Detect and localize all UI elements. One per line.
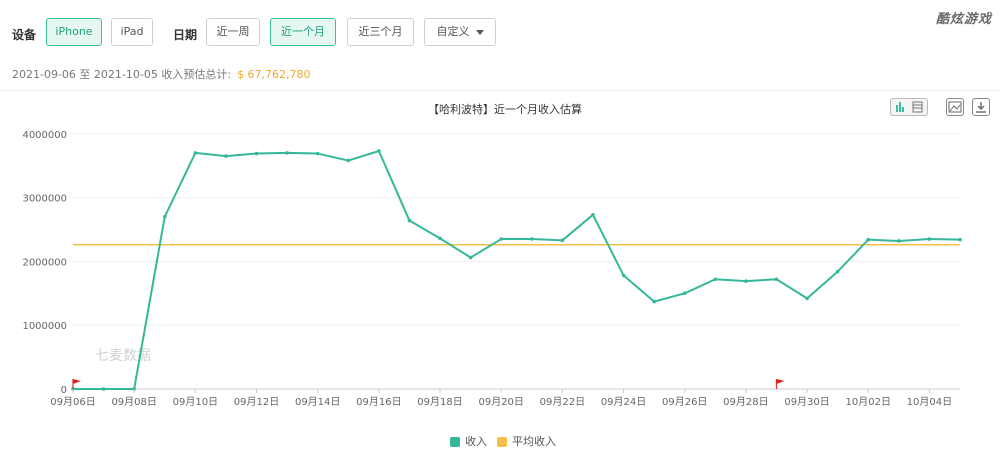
y-tick-label: 0 — [61, 385, 67, 396]
data-point-revenue[interactable] — [744, 279, 748, 283]
data-point-revenue[interactable] — [377, 149, 381, 153]
data-point-revenue[interactable] — [407, 218, 412, 223]
x-tick-label: 09月06日 — [50, 396, 95, 408]
x-tick-label: 09月12日 — [234, 396, 279, 408]
x-tick-label: 09月10日 — [173, 396, 218, 408]
x-tick-label: 10月02日 — [846, 396, 891, 408]
revenue-line-chart: 【哈利波特】近一个月收入估算 七麦数据 0 1000000 2000000 30000… — [22, 102, 962, 408]
data-point-revenue[interactable] — [224, 154, 228, 158]
data-point-revenue[interactable] — [315, 151, 320, 156]
flag-icon[interactable] — [72, 379, 81, 389]
data-point-revenue[interactable] — [101, 387, 106, 391]
legend-average-swatch — [497, 437, 507, 447]
data-point-revenue[interactable] — [193, 151, 198, 155]
data-point-revenue[interactable] — [529, 237, 534, 241]
y-tick-label: 3000000 — [22, 194, 67, 205]
data-point-revenue[interactable] — [346, 158, 351, 163]
legend-average[interactable]: 平均收入 — [497, 433, 556, 449]
x-tick-label: 09月22日 — [540, 396, 585, 408]
data-point-revenue[interactable] — [560, 238, 565, 243]
chart-title: 【哈利波特】近一个月收入估算 — [428, 102, 582, 116]
data-point-revenue[interactable] — [468, 255, 473, 260]
legend-revenue[interactable]: 收入 — [450, 433, 487, 449]
data-point-revenue[interactable] — [254, 151, 259, 156]
x-tick-label: 09月28日 — [723, 396, 768, 408]
y-tick-label: 1000000 — [22, 321, 67, 332]
data-point-revenue[interactable] — [621, 273, 626, 278]
data-point-revenue[interactable] — [652, 299, 656, 304]
x-tick-label: 10月04日 — [907, 396, 952, 408]
x-tick-label: 09月16日 — [356, 396, 401, 408]
y-tick-label: 4000000 — [22, 130, 67, 141]
data-point-revenue[interactable] — [499, 237, 504, 241]
data-point-revenue[interactable] — [682, 291, 687, 296]
data-point-revenue[interactable] — [438, 236, 442, 241]
series-line-revenue — [73, 149, 961, 390]
watermark: 七麦数据 — [95, 348, 151, 364]
x-tick-label: 09月26日 — [662, 396, 707, 408]
legend-revenue-swatch — [450, 437, 460, 447]
legend-revenue-label: 收入 — [465, 435, 487, 448]
data-point-revenue[interactable] — [927, 237, 932, 241]
data-point-revenue[interactable] — [713, 277, 718, 282]
x-tick-label: 09月18日 — [417, 396, 462, 408]
x-tick-label: 09月08日 — [111, 396, 156, 408]
data-point-revenue[interactable] — [897, 239, 901, 243]
data-point-revenue[interactable] — [805, 296, 809, 301]
data-point-revenue[interactable] — [835, 269, 840, 274]
flag-icon[interactable] — [775, 379, 785, 389]
data-point-revenue[interactable] — [866, 237, 871, 242]
x-tick-label: 09月24日 — [601, 396, 646, 408]
data-point-revenue[interactable] — [774, 277, 779, 282]
x-tick-label: 09月14日 — [295, 396, 340, 408]
y-tick-label: 2000000 — [22, 257, 67, 268]
x-tick-label: 09月20日 — [478, 396, 523, 408]
legend-average-label: 平均收入 — [512, 435, 556, 448]
data-point-revenue[interactable] — [958, 237, 962, 242]
data-point-revenue[interactable] — [285, 151, 289, 155]
data-point-revenue[interactable] — [162, 214, 167, 219]
data-point-revenue[interactable] — [591, 213, 595, 217]
x-tick-label: 09月30日 — [784, 396, 829, 408]
